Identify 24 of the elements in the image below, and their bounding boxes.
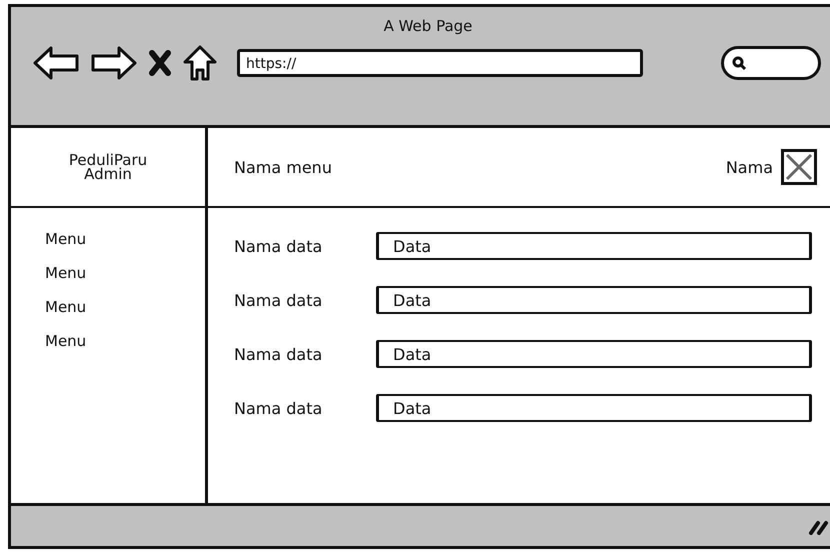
field-label: Nama data	[234, 398, 324, 418]
menu-item[interactable]: Menu	[45, 332, 205, 350]
back-arrow-icon[interactable]	[33, 46, 79, 80]
menu-item[interactable]: Menu	[45, 264, 205, 282]
user-name: Nama	[726, 158, 773, 176]
home-icon[interactable]	[183, 45, 217, 81]
address-field[interactable]: https://	[237, 49, 643, 77]
page-title: Nama menu	[234, 158, 333, 176]
forward-arrow-icon[interactable]	[91, 46, 137, 80]
search-icon	[732, 56, 746, 70]
data-field[interactable]: Data	[376, 340, 812, 368]
field-label: Nama data	[234, 290, 324, 310]
close-icon[interactable]	[149, 50, 171, 76]
data-field[interactable]: Data	[376, 286, 812, 314]
image-placeholder	[781, 149, 817, 185]
menu-item[interactable]: Menu	[45, 298, 205, 316]
field-label: Nama data	[234, 344, 324, 364]
brand-name: PeduliParu Admin	[68, 153, 148, 181]
data-field[interactable]: Data	[376, 394, 812, 422]
menu-item[interactable]: Menu	[45, 230, 205, 248]
field-label: Nama data	[234, 236, 324, 256]
data-field[interactable]: Data	[376, 232, 812, 260]
window-title: A Web Page	[384, 17, 472, 35]
search-field[interactable]	[721, 46, 821, 80]
